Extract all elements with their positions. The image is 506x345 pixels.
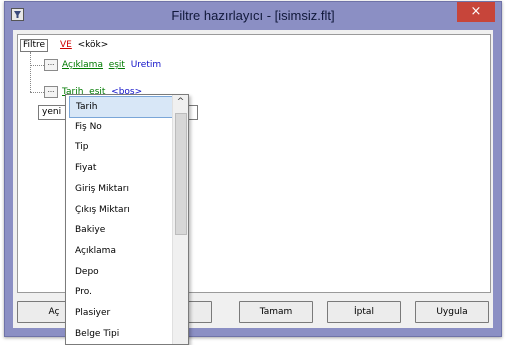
condition-1-operator[interactable]: eşit (109, 60, 125, 70)
condition-1-ellipsis-button[interactable]: ... (44, 59, 58, 71)
tree-connector (30, 92, 44, 93)
condition-1-value[interactable]: Uretim (131, 60, 161, 70)
root-row: VE <kök> (60, 38, 108, 52)
window-title: Filtre hazırlayıcı - [isimsiz.flt] (171, 8, 335, 23)
field-dropdown-list[interactable]: Tarih Fiş No Tip Fiyat Giriş Miktarı Çıkış Mi… (65, 94, 189, 345)
dropdown-item[interactable]: Fiş No (69, 117, 175, 137)
dropdown-scrollbar[interactable]: ^ (172, 95, 188, 344)
dropdown-item[interactable]: Tip (69, 137, 175, 157)
dropdown-item[interactable]: Tarih (69, 96, 177, 118)
root-node-label: <kök> (77, 40, 109, 50)
dropdown-item[interactable]: Çıkış Miktarı (69, 200, 175, 220)
condition-row: Açıklama eşit Uretim (62, 58, 161, 72)
dropdown-item[interactable]: Belge Tipi (69, 324, 175, 344)
ok-button[interactable]: Tamam (239, 301, 313, 323)
dropdown-item[interactable]: Bakiye (69, 220, 175, 240)
title-bar[interactable]: Filtre hazırlayıcı - [isimsiz.flt] × (5, 2, 501, 30)
root-filter-button[interactable]: Filtre (20, 39, 49, 52)
scroll-thumb[interactable] (175, 113, 187, 235)
condition-2-ellipsis-button[interactable]: ... (44, 86, 58, 98)
tree-connector (30, 52, 31, 92)
cancel-button[interactable]: İptal (327, 301, 401, 323)
root-operator[interactable]: VE (60, 40, 72, 50)
dropdown-item[interactable]: Pro. (69, 282, 175, 302)
apply-button[interactable]: Uygula (415, 301, 489, 323)
tree-connector (30, 65, 44, 66)
dropdown-item[interactable]: Depo (69, 262, 175, 282)
close-button[interactable]: × (457, 2, 495, 22)
dropdown-item[interactable]: Plasiyer (69, 303, 175, 323)
scroll-up-arrow-icon[interactable]: ^ (173, 95, 188, 110)
condition-1-field[interactable]: Açıklama (62, 60, 103, 70)
dropdown-item[interactable]: Giriş Miktarı (69, 179, 175, 199)
dropdown-item[interactable]: Açıklama (69, 241, 175, 261)
dropdown-item[interactable]: Fiyat (69, 158, 175, 178)
